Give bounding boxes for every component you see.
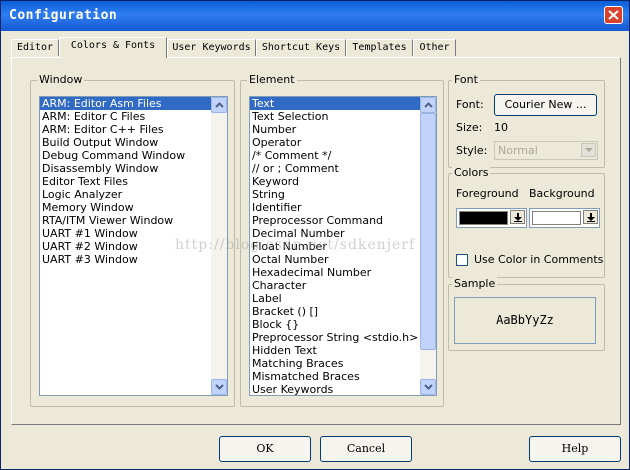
list-item[interactable]: Preprocessor String <stdio.h> xyxy=(250,331,436,344)
scroll-up-button[interactable] xyxy=(211,97,227,113)
list-item[interactable]: /* Comment */ xyxy=(250,149,436,162)
window-listbox[interactable]: ARM: Editor Asm Files ARM: Editor C Files… xyxy=(39,96,228,396)
title-bar[interactable]: Configuration xyxy=(1,1,629,31)
list-item[interactable]: Octal Number xyxy=(250,253,436,266)
list-item[interactable]: Label xyxy=(250,292,436,305)
list-item[interactable]: String xyxy=(250,188,436,201)
ok-button[interactable]: OK xyxy=(219,436,311,462)
tab-templates[interactable]: Templates xyxy=(346,39,413,56)
list-item[interactable]: Build Output Window xyxy=(40,136,227,149)
scroll-up-button[interactable] xyxy=(420,97,436,113)
list-item[interactable]: Float Number xyxy=(250,240,436,253)
background-color-picker[interactable] xyxy=(529,208,600,228)
list-item[interactable]: Number xyxy=(250,123,436,136)
dropdown-button[interactable] xyxy=(583,210,598,224)
tab-editor[interactable]: Editor xyxy=(11,39,59,56)
close-icon xyxy=(608,10,619,20)
cancel-button[interactable]: Cancel xyxy=(320,436,412,462)
scroll-down-button[interactable] xyxy=(211,379,227,395)
list-item[interactable]: Logic Analyzer xyxy=(40,188,227,201)
use-color-in-comments-checkbox[interactable] xyxy=(456,254,468,266)
chevron-down-icon xyxy=(585,148,593,152)
list-item[interactable]: Character xyxy=(250,279,436,292)
colors-group-label: Colors xyxy=(452,166,491,179)
list-item[interactable]: Keyword xyxy=(250,175,436,188)
list-item[interactable]: Text Selection xyxy=(250,110,436,123)
configuration-dialog: Configuration Editor Colors & Fonts User… xyxy=(0,0,630,470)
tab-shortcut-keys[interactable]: Shortcut Keys xyxy=(256,39,346,56)
help-button[interactable]: Help xyxy=(529,436,621,462)
background-color-swatch xyxy=(532,211,581,225)
list-item[interactable]: User Keywords xyxy=(250,383,436,395)
font-sample-preview: AaBbYyZz xyxy=(454,297,596,344)
font-group-label: Font xyxy=(452,73,480,86)
tab-colors-fonts[interactable]: Colors & Fonts xyxy=(59,37,167,58)
list-item[interactable]: Debug Command Window xyxy=(40,149,227,162)
list-item[interactable]: ARM: Editor C Files xyxy=(40,110,227,123)
element-listbox[interactable]: Text Text Selection Number Operator/* Comme… xyxy=(249,96,437,396)
dropdown-button[interactable] xyxy=(510,210,525,224)
list-item[interactable]: UART #2 Window xyxy=(40,240,227,253)
foreground-color-picker[interactable] xyxy=(456,208,527,228)
list-item[interactable]: Decimal Number xyxy=(250,227,436,240)
dropdown-arrow[interactable] xyxy=(581,143,596,157)
font-label: Font: xyxy=(456,98,484,111)
list-item[interactable]: ARM: Editor Asm Files xyxy=(40,97,227,110)
list-item[interactable]: UART #1 Window xyxy=(40,227,227,240)
list-item[interactable]: Matching Braces xyxy=(250,357,436,370)
style-combobox[interactable]: Normal xyxy=(494,141,598,160)
list-item[interactable]: Mismatched Braces xyxy=(250,370,436,383)
list-item[interactable]: Operator xyxy=(250,136,436,149)
size-value: 10 xyxy=(494,121,508,134)
list-item[interactable]: Bracket () [] xyxy=(250,305,436,318)
use-color-in-comments-label[interactable]: Use Color in Comments xyxy=(474,253,603,266)
list-item[interactable]: RTA/ITM Viewer Window xyxy=(40,214,227,227)
list-item[interactable]: Hexadecimal Number xyxy=(250,266,436,279)
chevron-down-icon xyxy=(424,384,433,390)
close-button[interactable] xyxy=(604,6,623,24)
list-item[interactable]: ARM: Editor C++ Files xyxy=(40,123,227,136)
style-label: Style: xyxy=(456,144,488,157)
list-item[interactable]: Editor Text Files xyxy=(40,175,227,188)
element-group-label: Element xyxy=(247,73,297,86)
font-select-button[interactable]: Courier New ... xyxy=(494,94,597,116)
list-item[interactable]: Text xyxy=(250,97,436,110)
scroll-down-button[interactable] xyxy=(420,379,436,395)
list-item[interactable]: Block {} xyxy=(250,318,436,331)
element-list-scrollbar[interactable] xyxy=(420,97,436,395)
tab-other[interactable]: Other xyxy=(413,39,456,56)
style-value: Normal xyxy=(498,144,538,157)
size-label: Size: xyxy=(456,121,483,134)
window-title: Configuration xyxy=(9,8,118,23)
window-list-scrollbar[interactable] xyxy=(211,97,227,395)
tab-user-keywords[interactable]: User Keywords xyxy=(167,39,256,56)
scroll-thumb[interactable] xyxy=(420,113,436,350)
foreground-label: Foreground xyxy=(456,187,519,200)
list-item[interactable]: Hidden Text xyxy=(250,344,436,357)
dropdown-arrow-icon xyxy=(587,213,595,222)
sample-group-label: Sample xyxy=(452,277,498,290)
background-label: Background xyxy=(529,187,595,200)
window-group-label: Window xyxy=(37,73,85,86)
list-item[interactable]: Memory Window xyxy=(40,201,227,214)
list-item[interactable]: UART #3 Window xyxy=(40,253,227,266)
list-item[interactable]: Preprocessor Command xyxy=(250,214,436,227)
dropdown-arrow-icon xyxy=(514,213,522,222)
foreground-color-swatch xyxy=(459,211,508,225)
list-item[interactable]: Identifier xyxy=(250,201,436,214)
list-item[interactable]: // or ; Comment xyxy=(250,162,436,175)
chevron-down-icon xyxy=(215,384,224,390)
chevron-up-icon xyxy=(424,102,433,108)
chevron-up-icon xyxy=(215,102,224,108)
list-item[interactable]: Disassembly Window xyxy=(40,162,227,175)
